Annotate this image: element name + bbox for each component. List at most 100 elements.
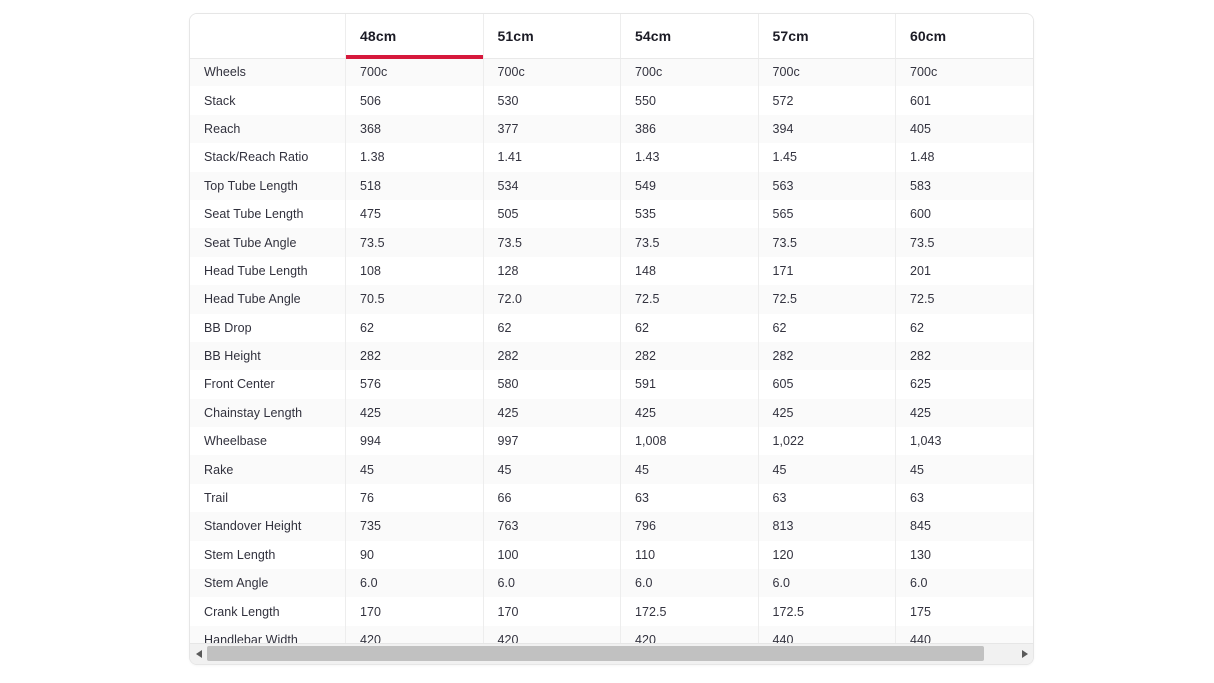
cell-value: 425 bbox=[758, 399, 895, 427]
cell-value: 576 bbox=[346, 370, 483, 398]
table-row: Rake4545454545 bbox=[190, 455, 1033, 483]
column-header-size-54cm[interactable]: 54cm bbox=[621, 14, 758, 58]
cell-value: 73.5 bbox=[483, 228, 620, 256]
cell-value: 45 bbox=[758, 455, 895, 483]
cell-value: 420 bbox=[483, 626, 620, 643]
cell-value: 368 bbox=[346, 115, 483, 143]
cell-value: 1.45 bbox=[758, 143, 895, 171]
table-row: BB Drop6262626262 bbox=[190, 314, 1033, 342]
scrollbar-track[interactable] bbox=[207, 644, 1016, 664]
column-header-size-57cm[interactable]: 57cm bbox=[758, 14, 895, 58]
cell-value: 405 bbox=[895, 115, 1033, 143]
cell-value: 73.5 bbox=[895, 228, 1033, 256]
cell-value: 45 bbox=[346, 455, 483, 483]
cell-value: 565 bbox=[758, 200, 895, 228]
row-label: Top Tube Length bbox=[190, 172, 346, 200]
cell-value: 172.5 bbox=[621, 597, 758, 625]
cell-value: 282 bbox=[346, 342, 483, 370]
cell-value: 73.5 bbox=[346, 228, 483, 256]
cell-value: 425 bbox=[895, 399, 1033, 427]
row-label: Chainstay Length bbox=[190, 399, 346, 427]
table-row: Stem Length90100110120130 bbox=[190, 541, 1033, 569]
cell-value: 175 bbox=[895, 597, 1033, 625]
cell-value: 1,022 bbox=[758, 427, 895, 455]
table-row: Head Tube Length108128148171201 bbox=[190, 257, 1033, 285]
cell-value: 100 bbox=[483, 541, 620, 569]
cell-value: 45 bbox=[895, 455, 1033, 483]
cell-value: 6.0 bbox=[483, 569, 620, 597]
cell-value: 6.0 bbox=[621, 569, 758, 597]
cell-value: 170 bbox=[346, 597, 483, 625]
cell-value: 506 bbox=[346, 86, 483, 114]
column-header-measurement bbox=[190, 14, 346, 58]
table-row: BB Height282282282282282 bbox=[190, 342, 1033, 370]
cell-value: 997 bbox=[483, 427, 620, 455]
cell-value: 591 bbox=[621, 370, 758, 398]
row-label: Crank Length bbox=[190, 597, 346, 625]
table-row: Trail7666636363 bbox=[190, 484, 1033, 512]
cell-value: 6.0 bbox=[758, 569, 895, 597]
table-row: Standover Height735763796813845 bbox=[190, 512, 1033, 540]
table-row: Stack/Reach Ratio1.381.411.431.451.48 bbox=[190, 143, 1033, 171]
cell-value: 1,043 bbox=[895, 427, 1033, 455]
table-row: Crank Length170170172.5172.5175 bbox=[190, 597, 1033, 625]
cell-value: 735 bbox=[346, 512, 483, 540]
row-label: Wheels bbox=[190, 58, 346, 86]
cell-value: 700c bbox=[346, 58, 483, 86]
cell-value: 845 bbox=[895, 512, 1033, 540]
table-row: Wheels700c700c700c700c700c bbox=[190, 58, 1033, 86]
table-scroll-viewport[interactable]: 48cm51cm54cm57cm60cm Wheels700c700c700c7… bbox=[190, 14, 1033, 643]
cell-value: 796 bbox=[621, 512, 758, 540]
table-row: Reach368377386394405 bbox=[190, 115, 1033, 143]
cell-value: 90 bbox=[346, 541, 483, 569]
cell-value: 62 bbox=[483, 314, 620, 342]
cell-value: 394 bbox=[758, 115, 895, 143]
cell-value: 130 bbox=[895, 541, 1033, 569]
cell-value: 282 bbox=[758, 342, 895, 370]
cell-value: 813 bbox=[758, 512, 895, 540]
cell-value: 62 bbox=[895, 314, 1033, 342]
cell-value: 1.48 bbox=[895, 143, 1033, 171]
row-label: BB Height bbox=[190, 342, 346, 370]
cell-value: 601 bbox=[895, 86, 1033, 114]
cell-value: 425 bbox=[346, 399, 483, 427]
column-header-size-51cm[interactable]: 51cm bbox=[483, 14, 620, 58]
row-label: Standover Height bbox=[190, 512, 346, 540]
table-row: Wheelbase9949971,0081,0221,043 bbox=[190, 427, 1033, 455]
cell-value: 625 bbox=[895, 370, 1033, 398]
cell-value: 505 bbox=[483, 200, 620, 228]
cell-value: 62 bbox=[758, 314, 895, 342]
cell-value: 420 bbox=[621, 626, 758, 643]
table-header-row: 48cm51cm54cm57cm60cm bbox=[190, 14, 1033, 58]
row-label: Wheelbase bbox=[190, 427, 346, 455]
table-row: Seat Tube Angle73.573.573.573.573.5 bbox=[190, 228, 1033, 256]
scroll-right-button[interactable] bbox=[1016, 644, 1033, 664]
table-row: Head Tube Angle70.572.072.572.572.5 bbox=[190, 285, 1033, 313]
cell-value: 1,008 bbox=[621, 427, 758, 455]
row-label: Head Tube Angle bbox=[190, 285, 346, 313]
table-row: Handlebar Width420420420440440 bbox=[190, 626, 1033, 643]
column-header-size-60cm[interactable]: 60cm bbox=[895, 14, 1033, 58]
table-row: Seat Tube Length475505535565600 bbox=[190, 200, 1033, 228]
scrollbar-thumb[interactable] bbox=[207, 646, 984, 661]
cell-value: 700c bbox=[621, 58, 758, 86]
table-row: Front Center576580591605625 bbox=[190, 370, 1033, 398]
cell-value: 72.0 bbox=[483, 285, 620, 313]
cell-value: 386 bbox=[621, 115, 758, 143]
cell-value: 1.43 bbox=[621, 143, 758, 171]
cell-value: 518 bbox=[346, 172, 483, 200]
cell-value: 45 bbox=[621, 455, 758, 483]
table-row: Stack506530550572601 bbox=[190, 86, 1033, 114]
scroll-left-button[interactable] bbox=[190, 644, 207, 664]
cell-value: 1.41 bbox=[483, 143, 620, 171]
cell-value: 763 bbox=[483, 512, 620, 540]
cell-value: 700c bbox=[758, 58, 895, 86]
cell-value: 377 bbox=[483, 115, 620, 143]
cell-value: 63 bbox=[758, 484, 895, 512]
column-header-size-48cm[interactable]: 48cm bbox=[346, 14, 483, 58]
cell-value: 6.0 bbox=[895, 569, 1033, 597]
cell-value: 549 bbox=[621, 172, 758, 200]
horizontal-scrollbar[interactable] bbox=[190, 643, 1033, 664]
geometry-table: 48cm51cm54cm57cm60cm Wheels700c700c700c7… bbox=[190, 14, 1033, 643]
cell-value: 425 bbox=[621, 399, 758, 427]
